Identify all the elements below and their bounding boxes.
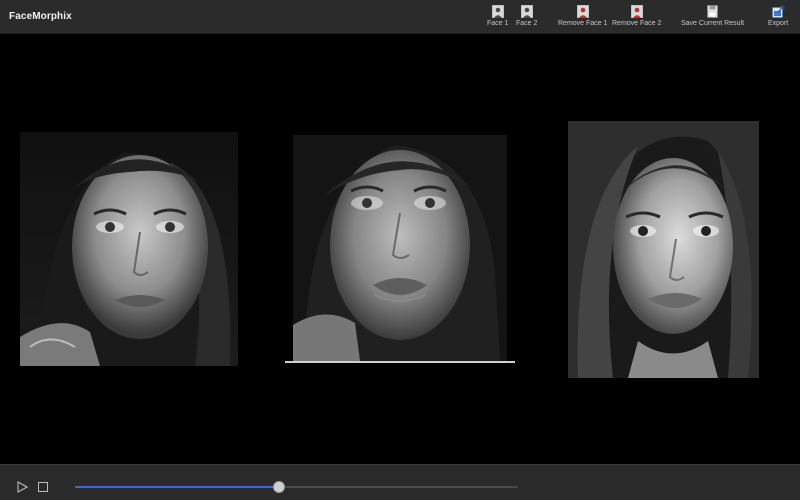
face-2-button[interactable]: Face 2 [516,5,537,33]
stop-button[interactable] [38,482,48,492]
slider-fill [75,486,279,488]
face-1-label: Face 1 [487,20,509,27]
morph-result-image[interactable] [285,135,515,365]
export-icon [771,5,785,18]
save-current-result-label: Save Current Result [681,20,745,27]
export-button[interactable]: Export [768,5,788,33]
person-remove-icon [576,5,589,18]
face-2-portrait [568,121,759,378]
person-remove-icon [630,5,643,18]
app-window: FaceMorphix Face 1 Face 2 Remove Face 1 … [0,0,800,500]
face-2-label: Face 2 [516,20,538,27]
morph-canvas [0,34,800,464]
export-label: Export [768,20,789,27]
play-icon[interactable] [16,481,28,493]
app-title: FaceMorphix [9,11,72,22]
morph-result-portrait [285,135,515,363]
remove-face-2-button[interactable]: Remove Face 2 [612,5,661,33]
face-1-portrait [20,132,238,366]
remove-face-1-label: Remove Face 1 [558,20,608,27]
face-2-image[interactable] [568,121,759,378]
morph-progress-slider[interactable] [75,481,518,493]
playback-bar [0,464,800,500]
remove-face-1-button[interactable]: Remove Face 1 [558,5,607,33]
save-current-result-button[interactable]: Save Current Result [681,5,744,33]
toolbar: FaceMorphix Face 1 Face 2 Remove Face 1 … [0,0,800,34]
remove-face-2-label: Remove Face 2 [612,20,662,27]
person-icon [491,5,504,18]
slider-thumb[interactable] [272,481,285,493]
face-1-image[interactable] [20,132,238,366]
person-icon [520,5,533,18]
floppy-disk-icon [707,5,718,18]
face-1-button[interactable]: Face 1 [487,5,508,33]
